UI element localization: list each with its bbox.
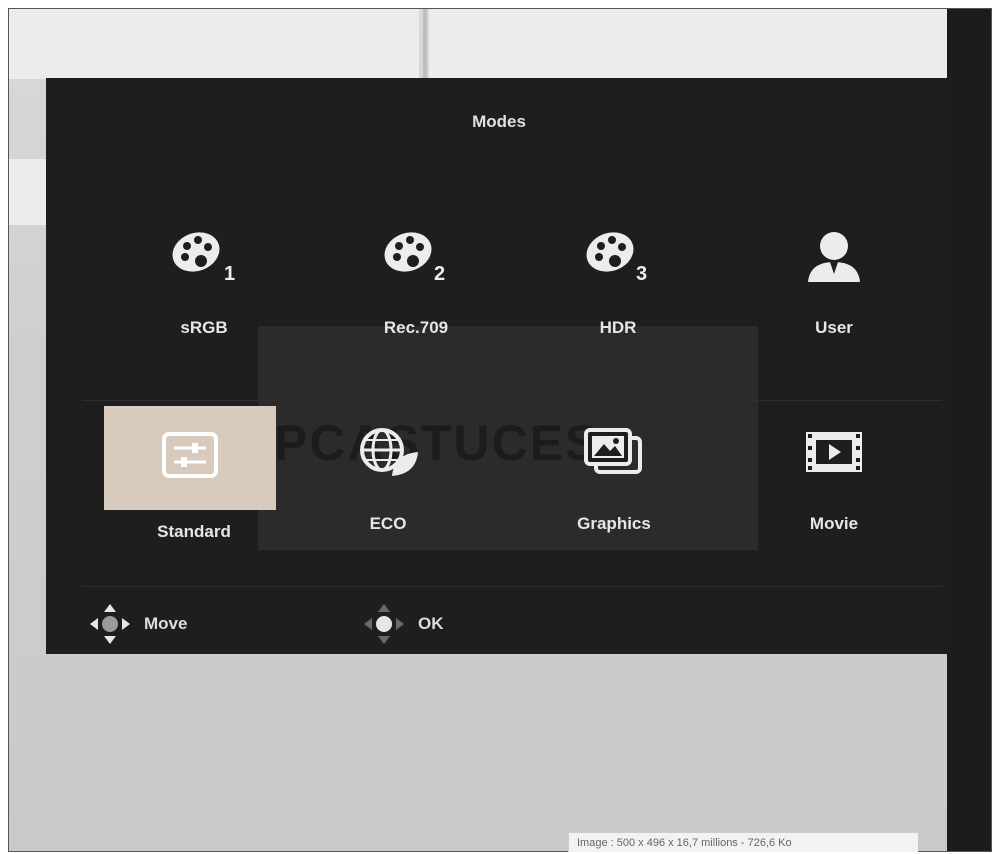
background-frame-line bbox=[423, 9, 427, 87]
mode-movie[interactable]: Movie bbox=[746, 414, 922, 544]
osd-title: Modes bbox=[472, 112, 526, 131]
mode-user[interactable]: User bbox=[746, 218, 922, 348]
background-window-pane bbox=[9, 159, 47, 225]
monitor-bezel bbox=[947, 9, 991, 851]
mode-label: Standard bbox=[157, 522, 231, 541]
film-icon bbox=[806, 432, 862, 472]
svg-text:3: 3 bbox=[636, 263, 647, 284]
mode-graphics[interactable]: Graphics bbox=[526, 414, 702, 544]
mode-label: Movie bbox=[809, 514, 859, 533]
mode-eco[interactable]: ECO bbox=[300, 414, 476, 544]
mode-label: Rec.709 bbox=[383, 318, 449, 337]
nav-move-label: Move bbox=[144, 614, 188, 633]
dpad-ok-icon bbox=[364, 604, 404, 644]
palette-2-icon: 2 bbox=[384, 232, 445, 284]
mode-hdr[interactable]: 3 HDR bbox=[530, 218, 706, 348]
mode-label: HDR bbox=[599, 318, 637, 337]
mode-label: ECO bbox=[369, 514, 407, 533]
dpad-move-icon bbox=[90, 604, 130, 644]
palette-1-icon: 1 bbox=[172, 232, 235, 284]
nav-hint-ok: OK bbox=[362, 602, 444, 646]
sliders-icon bbox=[162, 432, 218, 478]
background-window-pane bbox=[9, 9, 419, 79]
mode-rec709[interactable]: 2 Rec.709 bbox=[328, 218, 504, 348]
svg-text:1: 1 bbox=[224, 263, 235, 284]
mode-standard[interactable]: Standard bbox=[94, 406, 294, 546]
background-window-pane bbox=[429, 9, 949, 79]
svg-text:2: 2 bbox=[434, 263, 445, 284]
user-icon bbox=[808, 232, 860, 282]
mode-label: sRGB bbox=[180, 318, 228, 337]
mode-label: User bbox=[815, 318, 853, 337]
osd-menu-panel: Modes PCASTUCES 1 sRGB 2 Rec.709 3 HDR U… bbox=[46, 78, 952, 654]
image-status-bar: Image : 500 x 496 x 16,7 millions - 726,… bbox=[568, 832, 918, 852]
mode-label: Graphics bbox=[577, 514, 651, 533]
globe-leaf-icon bbox=[360, 428, 418, 476]
nav-ok-label: OK bbox=[418, 614, 444, 633]
nav-divider bbox=[82, 586, 942, 587]
nav-hint-move: Move bbox=[88, 602, 187, 646]
row-divider bbox=[82, 400, 942, 401]
pictures-icon bbox=[584, 428, 642, 474]
palette-3-icon: 3 bbox=[586, 232, 647, 284]
mode-srgb[interactable]: 1 sRGB bbox=[116, 218, 292, 348]
